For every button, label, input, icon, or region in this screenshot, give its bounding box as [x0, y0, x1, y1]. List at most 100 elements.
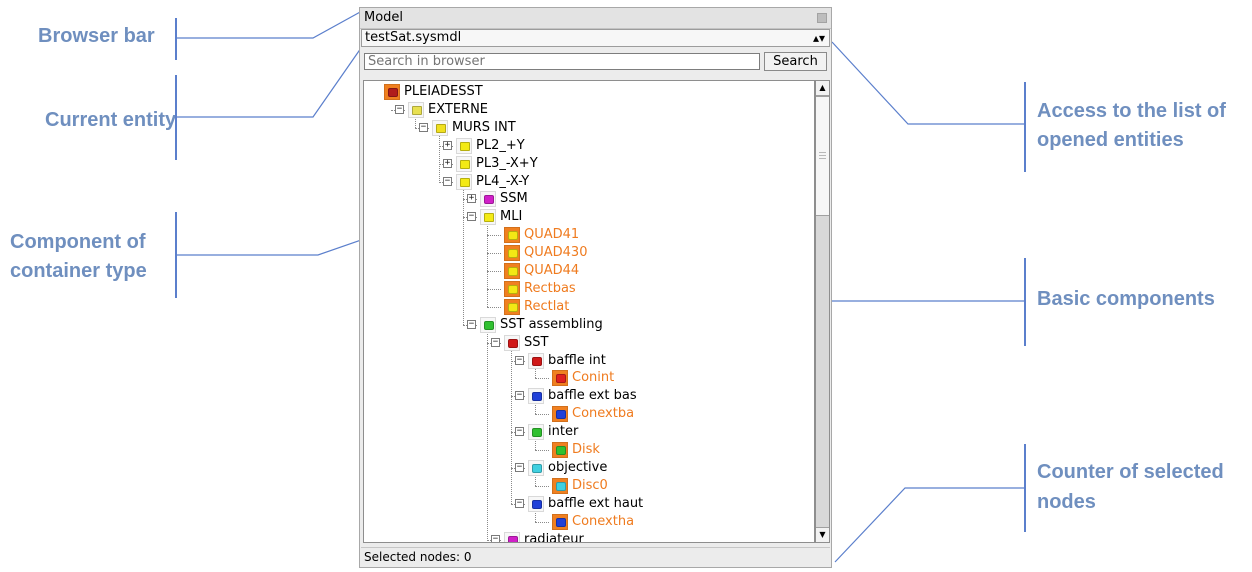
- folder-icon: [408, 101, 424, 118]
- cube-icon: [504, 298, 520, 315]
- tree-node-label: PL3_-X+Y: [476, 155, 538, 171]
- tree-node-label: Disk: [572, 442, 600, 457]
- tree-node[interactable]: − baffle ext haut: [364, 495, 814, 513]
- tree-branch: [535, 414, 549, 416]
- collapse-icon[interactable]: −: [491, 337, 500, 347]
- tree-node-label: QUAD430: [524, 245, 588, 261]
- tree-node-label: SST assembling: [500, 316, 603, 332]
- model-browser-panel: Model testSat.sysmdl ▴▾ Search PLEIADESS…: [359, 7, 832, 568]
- tree-node[interactable]: + PL3_-X+Y: [364, 155, 814, 173]
- collapse-icon[interactable]: −: [515, 355, 524, 365]
- tree-node[interactable]: − radiateur: [364, 531, 814, 543]
- component-icon: [528, 352, 544, 369]
- expand-icon[interactable]: +: [467, 194, 476, 204]
- tree-node[interactable]: − inter: [364, 423, 814, 441]
- cube-icon: [552, 406, 568, 423]
- cube-icon: [504, 263, 520, 279]
- current-entity-select[interactable]: testSat.sysmdl ▴▾: [361, 29, 830, 47]
- tree-node[interactable]: − PL4_-X-Y: [364, 173, 814, 191]
- annotation-bar-basic: [1024, 258, 1026, 346]
- collapse-icon[interactable]: −: [515, 391, 524, 401]
- component-icon: [528, 495, 544, 512]
- tree-branch: [487, 235, 501, 237]
- tree-node-label: inter: [548, 424, 579, 440]
- annotation-bar-counter: [1024, 444, 1026, 532]
- annotation-basic-components: Basic components: [1037, 288, 1215, 310]
- scroll-up-arrow-icon[interactable]: ▲: [816, 81, 829, 96]
- annotation-component-container-line1: Component of: [10, 231, 146, 253]
- tree-node-label: SST: [524, 334, 549, 350]
- tree-node[interactable]: − baffle ext bas: [364, 387, 814, 405]
- tree-node[interactable]: − MURS INT: [364, 119, 814, 137]
- tree-node-basic[interactable]: Conextha: [364, 513, 814, 531]
- collapse-icon[interactable]: −: [515, 498, 524, 508]
- expand-icon[interactable]: +: [443, 140, 452, 150]
- tree-node-basic[interactable]: Conint: [364, 369, 814, 387]
- tree-node[interactable]: − SST: [364, 334, 814, 352]
- folder-icon: [456, 173, 472, 190]
- collapse-icon[interactable]: −: [515, 462, 524, 472]
- tree-scrollbar[interactable]: ▲ ▼: [815, 80, 830, 543]
- tree-node[interactable]: PLEIADESST: [364, 83, 814, 101]
- tree-node-basic[interactable]: QUAD41: [364, 226, 814, 244]
- tree-node-basic[interactable]: Disc0: [364, 477, 814, 495]
- collapse-icon[interactable]: −: [515, 427, 524, 437]
- tree-node-label: MURS INT: [452, 119, 516, 135]
- collapse-icon[interactable]: −: [443, 176, 452, 186]
- collapse-icon[interactable]: −: [467, 319, 476, 329]
- current-entity-value: testSat.sysmdl: [365, 30, 462, 45]
- cube-icon: [552, 513, 568, 530]
- tree-branch: [487, 253, 501, 255]
- tree-node[interactable]: + SSM: [364, 190, 814, 208]
- tree-node-label: SSM: [500, 191, 528, 207]
- tree-node-label: radiateur: [524, 531, 584, 543]
- tree-node-label: Rectbas: [524, 280, 576, 296]
- annotation-counter-line2: nodes: [1037, 491, 1096, 513]
- tree-view[interactable]: PLEIADESST − EXTERNE − MURS INT + PL2_+Y + PL3_-…: [363, 80, 815, 543]
- component-icon: [480, 191, 496, 208]
- folder-icon: [432, 119, 448, 136]
- tree-node-label: PL4_-X-Y: [476, 173, 530, 189]
- scroll-down-arrow-icon[interactable]: ▼: [816, 527, 829, 542]
- annotation-access-list-line2: opened entities: [1037, 129, 1184, 151]
- tree-node[interactable]: − EXTERNE: [364, 101, 814, 119]
- annotation-bar-browser: [175, 18, 177, 60]
- collapse-icon[interactable]: −: [467, 212, 476, 222]
- tree-node[interactable]: − MLI: [364, 208, 814, 226]
- updown-arrows-icon[interactable]: ▴▾: [813, 30, 825, 46]
- annotation-counter-line1: Counter of selected: [1037, 461, 1224, 483]
- tree-node-basic[interactable]: Rectbas: [364, 280, 814, 298]
- tree-branch: [535, 521, 549, 523]
- tree-node-label: baffle int: [548, 352, 606, 368]
- cube-icon: [552, 370, 568, 387]
- tree-node-label: Disc0: [572, 477, 608, 493]
- scrollbar-thumb[interactable]: [816, 96, 829, 216]
- tree-node-label: baffle ext haut: [548, 495, 644, 511]
- collapse-icon[interactable]: −: [395, 104, 404, 114]
- tree-node-label: EXTERNE: [428, 101, 489, 117]
- annotation-access-list-line1: Access to the list of: [1037, 100, 1226, 122]
- tree-node[interactable]: − baffle int: [364, 352, 814, 370]
- tree-node-label: QUAD41: [524, 227, 580, 243]
- collapse-icon[interactable]: −: [491, 534, 500, 542]
- component-icon: [480, 316, 496, 333]
- close-icon[interactable]: [817, 13, 827, 23]
- search-input[interactable]: [364, 53, 760, 70]
- tree-node-basic[interactable]: Conextba: [364, 405, 814, 423]
- tree-node[interactable]: − SST assembling: [364, 316, 814, 334]
- tree-node-basic[interactable]: Disk: [364, 441, 814, 459]
- tree-node-basic[interactable]: QUAD430: [364, 244, 814, 262]
- expand-icon[interactable]: +: [443, 158, 452, 168]
- tree-node-label: Conextha: [572, 513, 635, 529]
- component-icon: [528, 388, 544, 405]
- collapse-icon[interactable]: −: [419, 122, 428, 132]
- tree-node-basic[interactable]: Rectlat: [364, 298, 814, 316]
- tree-node[interactable]: − objective: [364, 459, 814, 477]
- folder-icon: [480, 209, 496, 226]
- tree-node[interactable]: + PL2_+Y: [364, 137, 814, 155]
- search-button[interactable]: Search: [764, 52, 827, 71]
- tree-branch: [487, 306, 501, 308]
- tree-node-basic[interactable]: QUAD44: [364, 262, 814, 280]
- tree-branch: [487, 271, 501, 272]
- tree-branch: [535, 450, 549, 451]
